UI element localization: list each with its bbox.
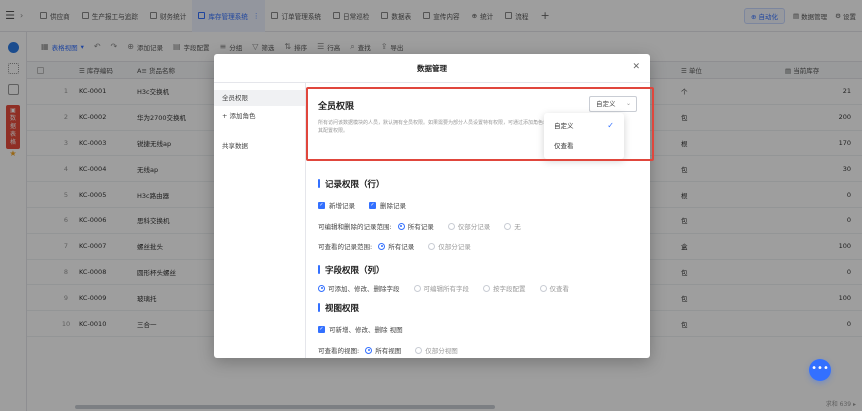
edit-scope-none-radio[interactable]: 无 [504,221,521,231]
delete-record-checkbox[interactable]: ✓ 删除记录 [369,200,406,210]
field-perm-title: 字段权限（列） [325,266,385,276]
dialog-title: 数据管理 [214,54,650,83]
view-visible-all-radio[interactable]: 所有视图 [365,345,401,355]
field-perm-config-radio[interactable]: 按字段配置 [483,283,526,293]
sidebar-item-all-perm[interactable]: 全员权限 [214,90,305,106]
view-scope-row: 可查看的记录范围: 所有记录 仅部分记录 [318,241,471,251]
field-perm-manage-radio[interactable]: 可添加、修改、删除字段 [318,283,400,293]
field-perm-row: 可添加、修改、删除字段 可编辑所有字段 按字段配置 仅查看 [318,283,583,293]
view-manage-checkbox[interactable]: ✓ 可新增、修改、删除 视图 [318,324,403,334]
view-manage-row: ✓ 可新增、修改、删除 视图 [318,324,417,334]
close-icon[interactable]: ✕ [632,62,640,72]
dialog-sidebar: 全员权限 + 添加角色 共享数据 [214,83,306,358]
edit-scope-row: 可编辑和删除的记录范围: 所有记录 仅部分记录 无 [318,221,521,231]
highlight-frame [306,87,654,161]
add-record-checkbox[interactable]: ✓ 新增记录 [318,200,355,210]
view-visible-partial-radio[interactable]: 仅部分视图 [415,345,458,355]
view-visible-row: 可查看的视图: 所有视图 仅部分视图 [318,345,458,355]
record-actions: ✓ 新增记录 ✓ 删除记录 [318,200,420,210]
edit-scope-partial-radio[interactable]: 仅部分记录 [447,221,490,231]
edit-scope-all-radio[interactable]: 所有记录 [397,221,434,231]
sidebar-item-add-role[interactable]: + 添加角色 [214,108,305,124]
view-perm-title: 视图权限 [325,304,360,314]
record-perm-title: 记录权限（行） [325,180,385,190]
field-perm-readonly-radio[interactable]: 仅查看 [539,283,569,293]
field-perm-edit-all-radio[interactable]: 可编辑所有字段 [413,283,469,293]
view-scope-all-radio[interactable]: 所有记录 [378,241,414,251]
view-scope-partial-radio[interactable]: 仅部分记录 [428,241,471,251]
sidebar-item-share-data[interactable]: 共享数据 [214,138,305,154]
more-fab-button[interactable]: ••• [809,359,831,381]
